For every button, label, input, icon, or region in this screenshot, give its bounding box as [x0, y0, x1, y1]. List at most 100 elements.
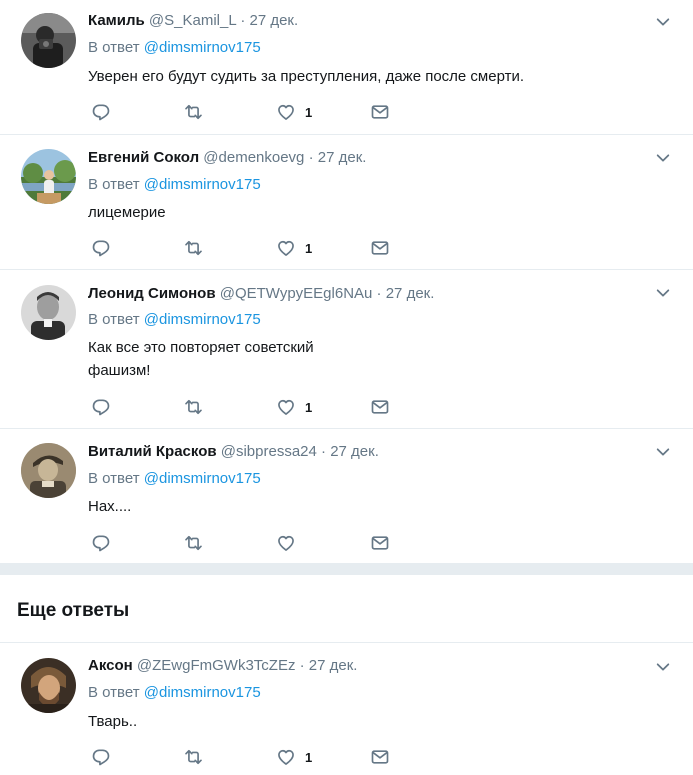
chevron-down-icon[interactable] — [655, 659, 671, 675]
tweet-header: Виталий Красков @sibpressa24 · 27 дек. — [88, 442, 379, 462]
timestamp[interactable]: 27 дек. — [330, 443, 379, 460]
reply-context: В ответ @dimsmirnov175 — [88, 683, 261, 703]
reply-button[interactable] — [91, 101, 111, 123]
like-button[interactable]: 1 — [276, 746, 312, 768]
message-icon — [370, 397, 390, 417]
like-icon — [276, 238, 296, 258]
tweet[interactable]: Аксон @ZEwgFmGWk3TcZEz · 27 дек. В ответ… — [0, 643, 693, 775]
message-button[interactable] — [370, 396, 390, 418]
tweet-header: Аксон @ZEwgFmGWk3TcZEz · 27 дек. — [88, 656, 357, 676]
message-button[interactable] — [370, 746, 390, 768]
mention-link[interactable]: @dimsmirnov175 — [144, 39, 261, 56]
reply-context: В ответ @dimsmirnov175 — [88, 310, 261, 330]
tweet-text-line: фашизм! — [88, 362, 151, 379]
avatar[interactable] — [21, 443, 76, 498]
like-button[interactable]: 1 — [276, 237, 312, 259]
retweet-icon — [183, 102, 204, 122]
retweet-icon — [183, 397, 204, 417]
reply-button[interactable] — [91, 532, 111, 554]
separator-dot: · — [308, 149, 314, 166]
reply-icon — [91, 747, 111, 767]
tweet-text: Уверен его будут судить за преступления,… — [88, 68, 525, 85]
more-replies-heading: Еще ответы — [17, 600, 130, 621]
reply-icon — [91, 238, 111, 258]
separator-dot: · — [299, 657, 305, 674]
like-count: 1 — [305, 399, 313, 415]
retweet-button[interactable] — [183, 396, 204, 418]
reply-button[interactable] — [91, 396, 111, 418]
avatar[interactable] — [21, 658, 76, 713]
reply-icon — [91, 397, 111, 417]
username[interactable]: @ZEwgFmGWk3TcZEz — [137, 657, 296, 674]
username[interactable]: @S_Kamil_L — [149, 12, 236, 29]
timestamp[interactable]: 27 дек. — [318, 149, 367, 166]
chevron-down-icon[interactable] — [655, 14, 671, 30]
display-name[interactable]: Виталий Красков — [88, 443, 217, 460]
tweet-header: Камиль @S_Kamil_L · 27 дек. — [88, 11, 298, 31]
tweet-text: лицемерие — [88, 204, 166, 221]
reply-icon — [91, 533, 111, 553]
display-name[interactable]: Аксон — [88, 657, 133, 674]
tweet[interactable]: Леонид Симонов @QETWypyEEgl6NAu · 27 дек… — [0, 269, 693, 429]
reply-prefix: В ответ — [88, 311, 140, 328]
reply-icon — [91, 102, 111, 122]
reply-prefix: В ответ — [88, 39, 140, 56]
username[interactable]: @demenkoevg — [203, 149, 304, 166]
like-icon — [276, 533, 296, 553]
tweet-header: Евгений Сокол @demenkoevg · 27 дек. — [88, 148, 366, 168]
message-icon — [370, 238, 390, 258]
tweet[interactable]: Евгений Сокол @demenkoevg · 27 дек. В от… — [0, 134, 693, 270]
mention-link[interactable]: @dimsmirnov175 — [144, 176, 261, 193]
retweet-button[interactable] — [183, 532, 204, 554]
reply-context: В ответ @dimsmirnov175 — [88, 175, 261, 195]
chevron-down-icon[interactable] — [655, 285, 671, 301]
like-button[interactable]: 1 — [276, 101, 312, 123]
separator-dot: · — [321, 443, 327, 460]
like-button[interactable] — [276, 532, 305, 554]
retweet-icon — [183, 238, 204, 258]
reply-prefix: В ответ — [88, 684, 140, 701]
timestamp[interactable]: 27 дек. — [386, 285, 435, 302]
message-button[interactable] — [370, 237, 390, 259]
reply-button[interactable] — [91, 746, 111, 768]
retweet-button[interactable] — [183, 101, 204, 123]
tweet[interactable]: Камиль @S_Kamil_L · 27 дек. В ответ @dim… — [0, 0, 693, 135]
mention-link[interactable]: @dimsmirnov175 — [144, 684, 261, 701]
mention-link[interactable]: @dimsmirnov175 — [144, 311, 261, 328]
reply-context: В ответ @dimsmirnov175 — [88, 469, 261, 489]
like-count: 1 — [305, 104, 313, 120]
avatar[interactable] — [21, 149, 76, 204]
like-icon — [276, 102, 296, 122]
like-icon — [276, 747, 296, 767]
timestamp[interactable]: 27 дек. — [309, 657, 358, 674]
like-button[interactable]: 1 — [276, 396, 312, 418]
avatar[interactable] — [21, 13, 76, 68]
display-name[interactable]: Евгений Сокол — [88, 149, 199, 166]
username[interactable]: @QETWypyEEgl6NAu — [220, 285, 373, 302]
reply-prefix: В ответ — [88, 470, 140, 487]
tweet[interactable]: Виталий Красков @sibpressa24 · 27 дек. В… — [0, 428, 693, 563]
mention-link[interactable]: @dimsmirnov175 — [144, 470, 261, 487]
chevron-down-icon[interactable] — [655, 150, 671, 166]
tweet-text: Нах.... — [88, 498, 132, 515]
retweet-button[interactable] — [183, 746, 204, 768]
separator-dot: · — [240, 12, 246, 29]
message-icon — [370, 102, 390, 122]
username[interactable]: @sibpressa24 — [221, 443, 317, 460]
tweet-text: Как все это повторяет советский фашизм! — [88, 336, 368, 382]
message-button[interactable] — [370, 532, 390, 554]
retweet-button[interactable] — [183, 237, 204, 259]
reply-button[interactable] — [91, 237, 111, 259]
message-button[interactable] — [370, 101, 390, 123]
avatar[interactable] — [21, 285, 76, 340]
tweet-text: Тварь.. — [88, 713, 138, 730]
message-icon — [370, 533, 390, 553]
display-name[interactable]: Леонид Симонов — [88, 285, 216, 302]
display-name[interactable]: Камиль — [88, 12, 145, 29]
chevron-down-icon[interactable] — [655, 444, 671, 460]
section-divider — [0, 563, 693, 575]
reply-prefix: В ответ — [88, 176, 140, 193]
tweet-text-line: Как все это повторяет советский — [88, 339, 314, 356]
timestamp[interactable]: 27 дек. — [249, 12, 298, 29]
retweet-icon — [183, 533, 204, 553]
